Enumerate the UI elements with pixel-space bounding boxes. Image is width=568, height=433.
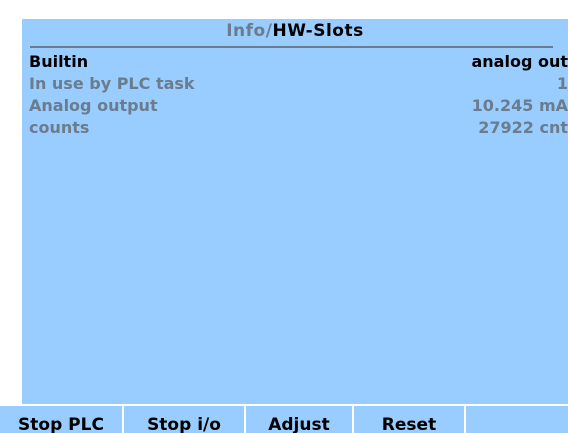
reset-button[interactable]: Reset (352, 404, 464, 433)
empty-softkey[interactable] (464, 404, 568, 433)
info-row-value: analog out (471, 52, 568, 71)
softkey-bar: Stop PLC Stop i/o Adjust Reset (0, 404, 568, 433)
breadcrumb-current: HW-Slots (272, 21, 364, 41)
adjust-button[interactable]: Adjust (244, 404, 352, 433)
page-title: Info/HW-Slots (22, 19, 568, 43)
info-panel: Info/HW-Slots Builtin analog out In use … (22, 19, 568, 404)
info-row-value: 1 (556, 74, 568, 93)
info-row-builtin: Builtin analog out (22, 51, 568, 73)
info-row-analog-output: Analog output 10.245 mA (22, 95, 568, 117)
title-divider (30, 46, 553, 48)
info-row-counts: counts 27922 cnt (22, 117, 568, 139)
info-row-label: counts (29, 118, 90, 137)
stop-plc-button[interactable]: Stop PLC (0, 404, 122, 433)
info-row-label: Analog output (29, 96, 158, 115)
info-row-label: Builtin (29, 52, 89, 71)
info-row-label: In use by PLC task (29, 74, 195, 93)
stop-io-button[interactable]: Stop i/o (122, 404, 244, 433)
device-screen: Info/HW-Slots Builtin analog out In use … (0, 0, 568, 433)
info-row-value: 10.245 mA (471, 96, 568, 115)
info-row-plc-task: In use by PLC task 1 (22, 73, 568, 95)
breadcrumb-parent[interactable]: Info (226, 21, 266, 41)
info-row-value: 27922 cnt (478, 118, 568, 137)
